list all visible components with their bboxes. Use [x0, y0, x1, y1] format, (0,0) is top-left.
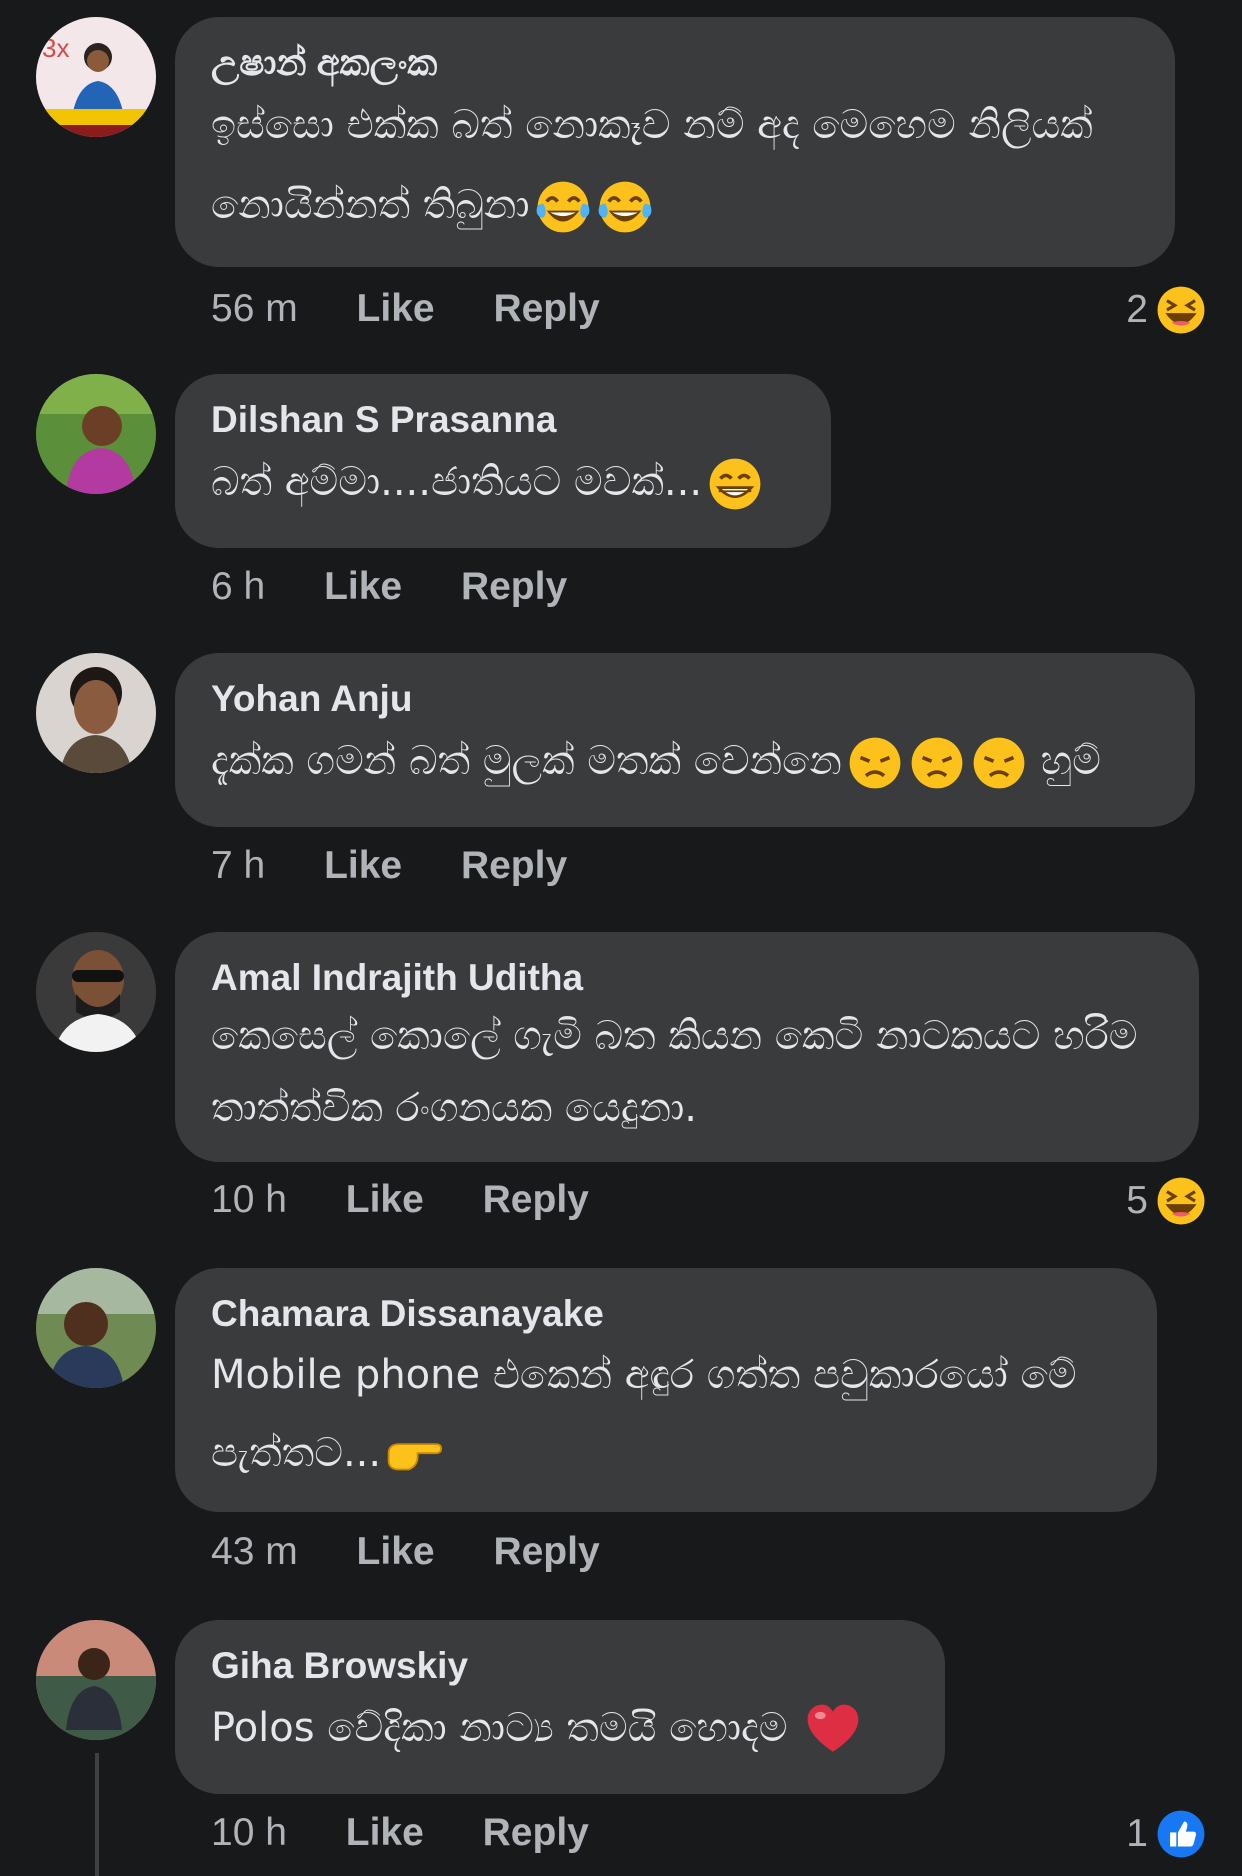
- like-button[interactable]: Like: [324, 563, 402, 611]
- comment-bubble: Dilshan S Prasanna බත් අම්මා....ජාතියට ම…: [175, 374, 831, 548]
- comment-author[interactable]: Dilshan S Prasanna: [211, 398, 795, 442]
- grinning-face-icon: [706, 455, 764, 513]
- comment-actions: 56 m Like Reply: [211, 285, 648, 333]
- reaction-summary[interactable]: 1: [1126, 1809, 1206, 1859]
- comment-timestamp[interactable]: 7 h: [211, 842, 265, 890]
- avatar[interactable]: [36, 1620, 156, 1740]
- comment-timestamp[interactable]: 6 h: [211, 563, 265, 611]
- comment-bubble: Amal Indrajith Uditha කෙසෙල් කොලේ ගැමි බ…: [175, 932, 1199, 1162]
- comment-author[interactable]: Giha Browskiy: [211, 1644, 909, 1688]
- avatar-photo-icon: [36, 653, 156, 773]
- comment-text-body: දැක්ක ගමන් බත් මුලක් මතක් වෙන්නෙ: [211, 738, 842, 784]
- comment-text: දැක්ක ගමන් බත් මුලක් මතක් වෙන්නෙ හුම්: [211, 721, 1159, 801]
- like-button[interactable]: Like: [357, 285, 435, 333]
- avatar[interactable]: 3x: [36, 17, 156, 137]
- comment-author[interactable]: Chamara Dissanayake: [211, 1292, 1121, 1336]
- reply-button[interactable]: Reply: [483, 1176, 589, 1224]
- comment-text: කෙසෙල් කොලේ ගැමි බත කියන කෙටි නාටකයට හරි…: [211, 1000, 1163, 1144]
- comment-actions: 7 h Like Reply: [211, 842, 615, 890]
- comment-bubble: උෂාන් අකලංක ඉස්සො එක්ක බත් නොකෑව නම් අද …: [175, 17, 1175, 267]
- comment-author[interactable]: Amal Indrajith Uditha: [211, 956, 1163, 1000]
- comment-text-body: බත් අම්මා....ජාතියට මවක්...: [211, 459, 703, 505]
- reaction-summary[interactable]: 5: [1126, 1176, 1206, 1226]
- reply-button[interactable]: Reply: [493, 285, 599, 333]
- like-button[interactable]: Like: [324, 842, 402, 890]
- comment-text: ඉස්සො එක්ක බත් නොකෑව නම් අද මෙහෙම නිලියක…: [211, 85, 1139, 245]
- svg-text:3x: 3x: [42, 33, 69, 63]
- comment-timestamp[interactable]: 43 m: [211, 1528, 298, 1576]
- reply-button[interactable]: Reply: [461, 563, 567, 611]
- avatar[interactable]: [36, 932, 156, 1052]
- comment-actions: 10 h Like Reply: [211, 1176, 637, 1224]
- comment-text-body: කෙසෙල් කොලේ ගැමි බත කියන කෙටි නාටකයට හරි…: [211, 1013, 1138, 1131]
- reply-button[interactable]: Reply: [493, 1528, 599, 1576]
- avatar-photo-icon: [36, 374, 156, 494]
- comment-timestamp[interactable]: 10 h: [211, 1176, 287, 1224]
- comment-actions: 43 m Like Reply: [211, 1528, 648, 1576]
- like-button[interactable]: Like: [346, 1176, 424, 1224]
- comment-actions: 6 h Like Reply: [211, 563, 615, 611]
- comment-bubble: Giha Browskiy Polos වේදිකා නාට්‍ය තමයි හ…: [175, 1620, 945, 1794]
- comment-text-body: Polos වේදිකා නාට්‍ය තමයි හොදම: [211, 1705, 801, 1751]
- comment-timestamp[interactable]: 10 h: [211, 1809, 287, 1857]
- disappointed-face-icon: [970, 734, 1028, 792]
- comment-author[interactable]: උෂාන් අකලංක: [211, 41, 1139, 85]
- avatar-photo-icon: [36, 1268, 156, 1388]
- like-reaction-icon: [1156, 1809, 1206, 1859]
- reply-button[interactable]: Reply: [461, 842, 567, 890]
- reaction-count: 1: [1126, 1812, 1148, 1855]
- comment-actions: 10 h Like Reply: [211, 1809, 637, 1857]
- avatar[interactable]: [36, 374, 156, 494]
- reply-thread-line: [95, 1753, 99, 1876]
- disappointed-face-icon: [908, 734, 966, 792]
- avatar-photo-icon: 3x: [36, 17, 156, 137]
- tears-of-joy-icon: [596, 178, 654, 236]
- avatar-photo-icon: [36, 932, 156, 1052]
- reaction-count: 2: [1126, 288, 1148, 331]
- like-button[interactable]: Like: [346, 1809, 424, 1857]
- red-heart-icon: [804, 1701, 862, 1759]
- comment-timestamp[interactable]: 56 m: [211, 285, 298, 333]
- comment-text-suffix: හුම්: [1027, 738, 1101, 784]
- reply-button[interactable]: Reply: [483, 1809, 589, 1857]
- laughing-reaction-icon: [1156, 1176, 1206, 1226]
- like-button[interactable]: Like: [357, 1528, 435, 1576]
- reaction-count: 5: [1126, 1179, 1148, 1222]
- comment-bubble: Yohan Anju දැක්ක ගමන් බත් මුලක් මතක් වෙන…: [175, 653, 1195, 827]
- comment-author[interactable]: Yohan Anju: [211, 677, 1159, 721]
- disappointed-face-icon: [846, 734, 904, 792]
- pointing-right-icon: [385, 1426, 443, 1484]
- comment-text: බත් අම්මා....ජාතියට මවක්...: [211, 442, 795, 522]
- comment-bubble: Chamara Dissanayake Mobile phone එකෙන් අ…: [175, 1268, 1157, 1512]
- comment-text: Polos වේදිකා නාට්‍ය තමයි හොදම: [211, 1688, 909, 1768]
- tears-of-joy-icon: [534, 178, 592, 236]
- avatar-photo-icon: [36, 1620, 156, 1740]
- comment-text-body: Mobile phone එකෙන් අඳුර ගත්ත පවුකාරයෝ මේ…: [211, 1352, 1077, 1476]
- comment-text: Mobile phone එකෙන් අඳුර ගත්ත පවුකාරයෝ මේ…: [211, 1336, 1121, 1492]
- avatar[interactable]: [36, 653, 156, 773]
- laughing-reaction-icon: [1156, 285, 1206, 335]
- reaction-summary[interactable]: 2: [1126, 285, 1206, 335]
- avatar[interactable]: [36, 1268, 156, 1388]
